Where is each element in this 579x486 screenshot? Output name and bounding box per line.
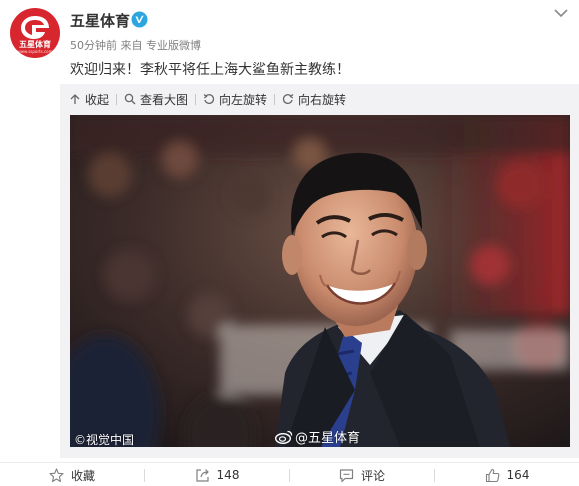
repost-count: 148 xyxy=(216,468,240,482)
action-bar: 收藏 148 评论 164 xyxy=(0,462,579,486)
weibo-post-card: 五星体育 www.ssports.com 五星体育 50分钟前 来自 专业版微博… xyxy=(0,0,579,486)
search-icon xyxy=(124,93,136,105)
star-icon xyxy=(49,467,64,482)
toolbar-divider xyxy=(195,93,197,105)
collapse-icon xyxy=(70,94,80,104)
watermark-account: @五星体育 xyxy=(295,431,361,446)
avatar-logo-subtext: www.ssports.com xyxy=(17,49,53,54)
like-icon xyxy=(485,468,499,482)
coach-photo-image xyxy=(70,115,570,447)
like-count: 164 xyxy=(506,468,530,482)
verified-icon xyxy=(131,11,148,28)
avatar-logo-text: 五星体育 xyxy=(19,40,51,49)
comment-button[interactable]: 评论 xyxy=(290,463,434,486)
toolbar-divider xyxy=(274,93,276,105)
favorite-button[interactable]: 收藏 xyxy=(0,463,144,486)
favorite-label: 收藏 xyxy=(70,468,95,483)
collapse-button[interactable]: 收起 xyxy=(69,91,109,108)
post-photo[interactable] xyxy=(70,115,570,447)
avatar[interactable]: 五星体育 www.ssports.com xyxy=(10,8,60,58)
rotate-left-label: 向左旋转 xyxy=(219,92,268,107)
repost-button[interactable]: 148 xyxy=(145,463,289,486)
view-large-button[interactable]: 查看大图 xyxy=(124,91,188,108)
rotate-left-button[interactable]: 向左旋转 xyxy=(203,91,267,108)
post-time[interactable]: 50分钟前 xyxy=(70,39,117,52)
view-large-label: 查看大图 xyxy=(140,92,189,107)
comment-icon xyxy=(339,468,354,482)
rotate-left-icon xyxy=(203,94,215,104)
author-name[interactable]: 五星体育 xyxy=(70,10,130,31)
rotate-right-icon xyxy=(282,94,294,104)
photo-weibo-watermark: @五星体育 xyxy=(275,427,360,446)
rotate-right-label: 向右旋转 xyxy=(298,92,347,107)
rotate-right-button[interactable]: 向右旋转 xyxy=(282,91,346,108)
source-prefix: 来自 xyxy=(120,39,143,52)
media-toolbar: 收起 查看大图 向左旋转 向右旋转 xyxy=(69,88,346,110)
chevron-down-icon[interactable] xyxy=(554,8,568,18)
collapse-label: 收起 xyxy=(85,92,110,107)
photo-copyright-watermark: ©视觉中国 xyxy=(74,433,135,447)
comment-label: 评论 xyxy=(360,468,385,483)
post-text: 欢迎归来！李秋平将任上海大鲨鱼新主教练！ xyxy=(70,62,350,78)
repost-icon xyxy=(195,468,209,482)
post-meta: 50分钟前 来自 专业版微博 xyxy=(70,37,201,53)
weibo-logo-icon xyxy=(21,16,49,39)
weibo-watermark-icon xyxy=(275,430,293,444)
like-button[interactable]: 164 xyxy=(435,463,579,486)
post-source[interactable]: 专业版微博 xyxy=(146,39,201,52)
toolbar-divider xyxy=(116,93,118,105)
